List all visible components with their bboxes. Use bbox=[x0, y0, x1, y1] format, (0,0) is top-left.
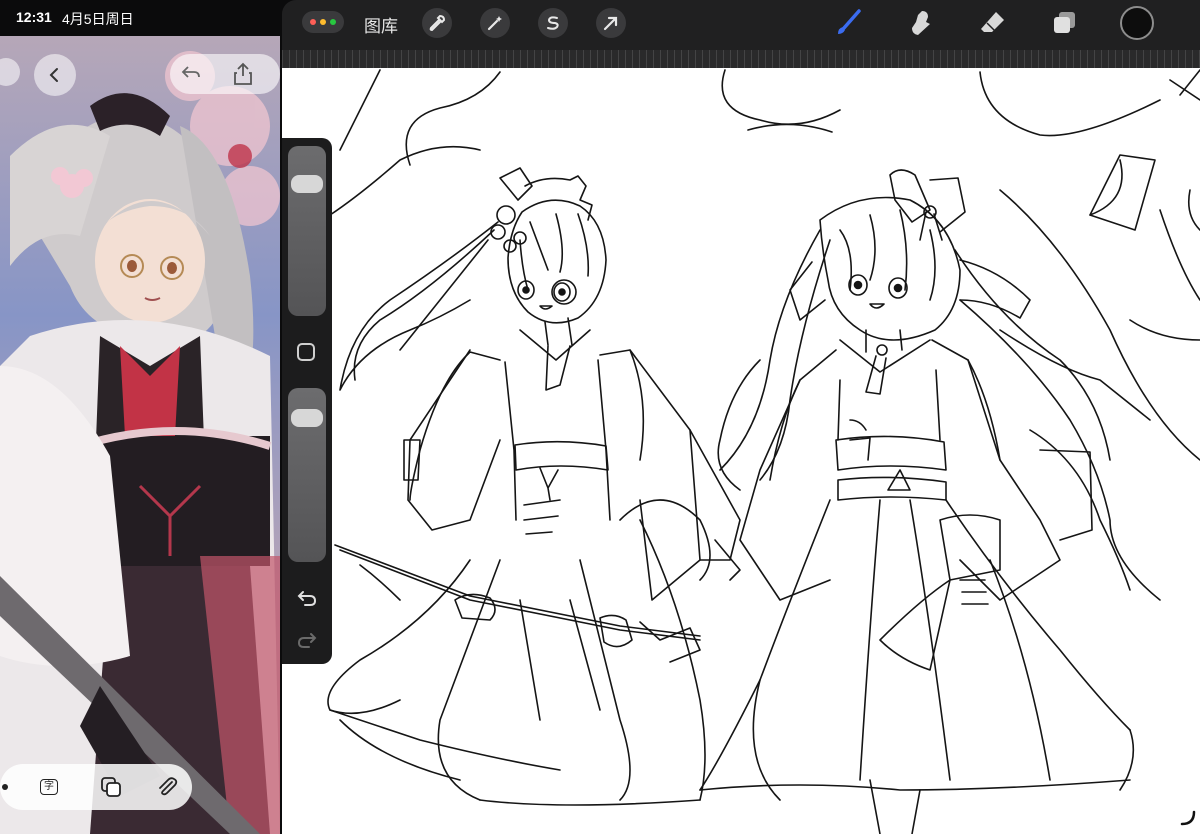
transform-button[interactable] bbox=[596, 8, 626, 38]
share-icon[interactable] bbox=[232, 62, 254, 92]
actions-button[interactable] bbox=[422, 8, 452, 38]
status-date: 4月5日周日 bbox=[62, 11, 134, 27]
opacity-knob[interactable] bbox=[291, 409, 323, 427]
wrench-icon bbox=[429, 14, 446, 32]
eraser-button[interactable] bbox=[976, 6, 1010, 40]
back-button[interactable] bbox=[34, 54, 76, 96]
status-time: 12:31 bbox=[16, 9, 52, 25]
selection-icon bbox=[547, 16, 559, 30]
reference-image-viewer: 字 bbox=[0, 36, 280, 834]
brush-size-slider[interactable] bbox=[288, 146, 326, 316]
procreate-toolbar: 图库 bbox=[282, 0, 1200, 50]
canvas-top-edge bbox=[282, 50, 1200, 68]
redo-icon[interactable] bbox=[295, 628, 319, 652]
layers-button[interactable] bbox=[1048, 6, 1082, 40]
brush-size-knob[interactable] bbox=[291, 175, 323, 194]
back-icon bbox=[49, 68, 58, 82]
layers-icon bbox=[1054, 12, 1075, 33]
reference-artwork-image bbox=[0, 36, 280, 834]
window-controls-button[interactable] bbox=[302, 11, 344, 33]
brush-icon bbox=[838, 9, 861, 34]
undo-icon[interactable] bbox=[180, 62, 202, 90]
modify-square-icon[interactable] bbox=[297, 343, 315, 361]
copy-icon[interactable] bbox=[98, 774, 124, 800]
brush-button[interactable] bbox=[832, 6, 866, 40]
close-dot bbox=[310, 19, 316, 25]
resize-corner-icon[interactable] bbox=[1178, 808, 1198, 828]
zoom-dot bbox=[330, 19, 336, 25]
toolbar-dot-icon[interactable] bbox=[0, 774, 18, 800]
smudge-icon bbox=[912, 11, 930, 35]
undo-icon[interactable] bbox=[295, 586, 319, 610]
sketch-artwork bbox=[327, 69, 1200, 834]
smudge-button[interactable] bbox=[904, 6, 938, 40]
text-recognition-label: 字 bbox=[40, 779, 58, 795]
gallery-button[interactable]: 图库 bbox=[364, 12, 398, 37]
eraser-icon bbox=[981, 12, 1004, 32]
viewer-bottom-toolbar: 字 bbox=[0, 764, 192, 810]
color-icon[interactable] bbox=[1120, 6, 1154, 40]
drawing-canvas[interactable] bbox=[282, 68, 1200, 834]
viewer-action-pill bbox=[170, 54, 280, 94]
brush-sidebar bbox=[282, 138, 332, 664]
attachment-icon[interactable] bbox=[154, 774, 180, 800]
text-recognition-icon[interactable]: 字 bbox=[36, 774, 62, 800]
minimize-dot bbox=[320, 19, 326, 25]
selection-button[interactable] bbox=[538, 8, 568, 38]
status-bar: 12:31 4月5日周日 bbox=[0, 0, 282, 36]
adjustments-button[interactable] bbox=[480, 8, 510, 38]
transform-arrow-icon bbox=[603, 16, 618, 31]
opacity-slider[interactable] bbox=[288, 388, 326, 562]
magic-wand-icon bbox=[487, 16, 502, 31]
